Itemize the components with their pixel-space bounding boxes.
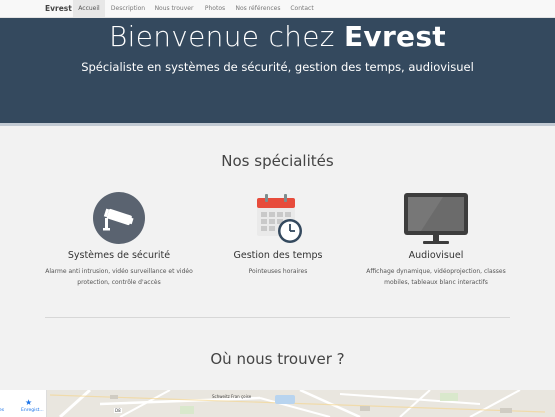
specialty-audiovisual-description: Affichage dynamique, vidéoprojection, cl… [366, 268, 506, 286]
specialty-time-name: Gestion des temps [233, 250, 323, 261]
specialties-heading: Nos spécialités [221, 152, 334, 170]
nav-item-nous-trouver[interactable]: Nous trouver [151, 0, 197, 17]
specialty-time-management: Gestion des temps Pointeuses horaires [198, 192, 358, 302]
security-camera-icon [93, 192, 145, 244]
map-label-road: D8 [114, 408, 122, 413]
specialty-security-description: Alarme anti intrusion, vidéo surveillanc… [45, 268, 193, 286]
brand-logo[interactable]: Evrest [45, 0, 72, 17]
specialty-audiovisual-name: Audiovisuel [408, 250, 464, 261]
nav-item-references[interactable]: Nos références [232, 0, 284, 17]
hero-title-prefix: Bienvenue chez [108, 20, 335, 53]
specialty-security: Systèmes de sécurité Alarme anti intrusi… [39, 192, 199, 302]
calendar-clock-icon [257, 194, 302, 243]
section-divider [45, 317, 510, 318]
monitor-icon [404, 193, 468, 244]
nav-item-contact[interactable]: Contact [286, 0, 318, 17]
specialty-security-name: Systèmes de sécurité [67, 250, 171, 261]
specialty-time-description: Pointeuses horaires [248, 268, 308, 275]
star-icon[interactable]: ★ [25, 398, 32, 407]
map-roads [0, 390, 555, 417]
map-label-street: Schweitz Fran çoise [212, 394, 252, 399]
top-navbar: Evrest Accueil Description Nous trouver … [0, 0, 555, 18]
nav-item-accueil[interactable]: Accueil [73, 0, 105, 17]
nav-item-photos[interactable]: Photos [200, 0, 230, 17]
location-heading: Où nous trouver ? [210, 350, 345, 368]
nav-item-description[interactable]: Description [107, 0, 149, 17]
hero-subtitle: Spécialiste en systèmes de sécurité, ges… [81, 60, 474, 74]
map-panel-label[interactable]: ires [0, 408, 4, 413]
map-side-panel: ires ★ Enregist... [0, 390, 47, 417]
specialty-audiovisual: Audiovisuel Affichage dynamique, vidéopr… [356, 192, 516, 302]
location-map[interactable]: Schweitz Fran çoise D8 ires ★ Enregist..… [0, 390, 555, 417]
save-map-button[interactable]: Enregist... [21, 408, 44, 413]
hero-banner: Bienvenue chez Evrest Spécialiste en sys… [0, 18, 555, 126]
hero-title: Bienvenue chez Evrest [0, 20, 555, 53]
hero-title-brand: Evrest [343, 20, 446, 53]
